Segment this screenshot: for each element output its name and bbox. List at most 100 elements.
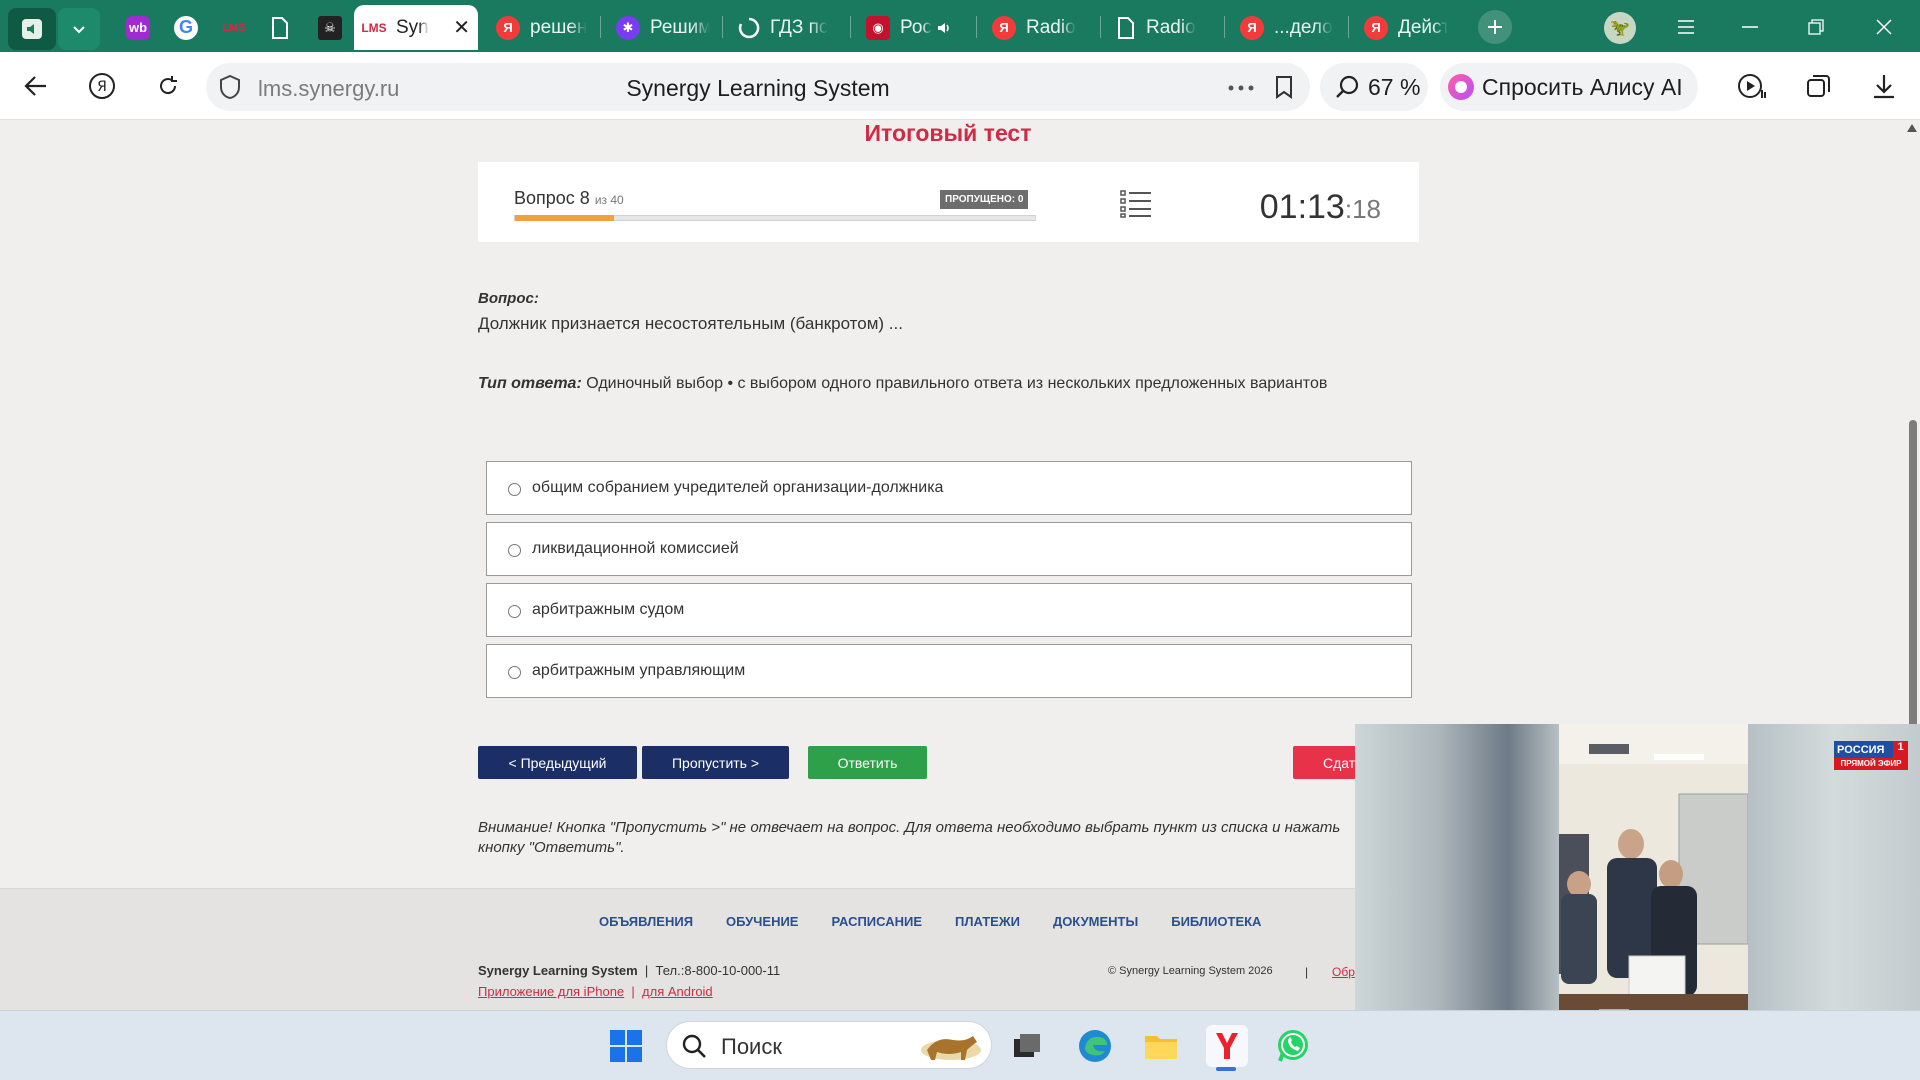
tab-google[interactable]: G bbox=[166, 5, 206, 50]
restore-button[interactable] bbox=[1796, 10, 1836, 44]
footer-link-payments[interactable]: ПЛАТЕЖИ bbox=[955, 914, 1020, 929]
skip-button[interactable]: Пропустить > bbox=[642, 746, 789, 779]
lms-icon: LMS bbox=[361, 20, 387, 35]
new-tab-button[interactable] bbox=[1478, 10, 1512, 44]
audio-tab-button[interactable] bbox=[8, 8, 56, 50]
collections-icon bbox=[1807, 75, 1830, 97]
footer-divider: | bbox=[641, 963, 652, 978]
reload-button[interactable] bbox=[150, 68, 186, 104]
answer-option-label: ликвидационной комиссией bbox=[532, 540, 739, 557]
close-icon[interactable]: ✕ bbox=[453, 15, 470, 40]
scrollbar-thumb[interactable] bbox=[1909, 420, 1917, 750]
answer-option[interactable]: арбитражным управляющим bbox=[486, 644, 1412, 698]
yandex-icon: Я bbox=[496, 15, 520, 40]
yandex-icon: Я bbox=[1240, 15, 1264, 40]
browser-tab-strip: wb G LMS ☠ LMS Syn ✕ Я решен ✱ Решим ГДЗ… bbox=[0, 0, 1920, 52]
lips-icon: ◉ bbox=[866, 15, 890, 40]
tab-radio-doc[interactable]: Radio bbox=[1108, 5, 1220, 50]
taskbar-edge[interactable] bbox=[1074, 1025, 1116, 1067]
url-field[interactable]: lms.synergy.ru Synergy Learning System bbox=[206, 63, 1310, 111]
tab-title: Syn bbox=[396, 16, 429, 38]
radio-button[interactable] bbox=[508, 483, 521, 496]
answer-option[interactable]: ликвидационной комиссией bbox=[486, 522, 1412, 576]
footer-link-schedule[interactable]: РАСПИСАНИЕ bbox=[831, 914, 922, 929]
footer-link-library[interactable]: БИБЛИОТЕКА bbox=[1171, 914, 1261, 929]
footer-nav: ОБЪЯВЛЕНИЯ ОБУЧЕНИЕ РАСПИСАНИЕ ПЛАТЕЖИ Д… bbox=[599, 914, 1261, 929]
tab-yandex-radio[interactable]: Я Radio bbox=[984, 5, 1096, 50]
tab-pirate[interactable]: ☠ bbox=[310, 5, 350, 50]
tab-title: ГДЗ пс bbox=[770, 16, 829, 38]
tab-title: Рос bbox=[900, 16, 932, 38]
radio-button[interactable] bbox=[508, 544, 521, 557]
answer-button[interactable]: Ответить bbox=[808, 746, 927, 779]
footer-link-documents[interactable]: ДОКУМЕНТЫ bbox=[1053, 914, 1138, 929]
progress-fill bbox=[515, 215, 614, 221]
bookmark-icon[interactable] bbox=[1274, 75, 1294, 99]
dinosaur-icon: 🦖 bbox=[1610, 20, 1630, 37]
more-icon[interactable] bbox=[1228, 85, 1254, 91]
yandex-logo-icon: Я bbox=[89, 73, 115, 99]
question-list-button[interactable] bbox=[1120, 190, 1152, 223]
footer-feedback-link[interactable]: Обр bbox=[1332, 965, 1355, 979]
tab-yandex-delo[interactable]: Я ...дело bbox=[1232, 5, 1344, 50]
search-icon bbox=[682, 1034, 706, 1058]
yandex-icon: Я bbox=[1364, 15, 1388, 40]
speaker-icon bbox=[22, 19, 42, 39]
question-counter: Вопрос 8 из 40 bbox=[514, 188, 624, 209]
alice-icon bbox=[1448, 74, 1474, 100]
tab-separator bbox=[600, 16, 601, 38]
scroll-up-icon[interactable] bbox=[1907, 124, 1917, 132]
audio-playing-icon[interactable] bbox=[936, 20, 952, 36]
tab-yandex-reshen[interactable]: Я решен bbox=[488, 5, 598, 50]
start-button[interactable] bbox=[605, 1025, 647, 1067]
taskbar-whatsapp[interactable] bbox=[1272, 1025, 1314, 1067]
active-app-indicator bbox=[1216, 1067, 1236, 1071]
question-number: Вопрос 8 bbox=[514, 188, 590, 208]
tab-document[interactable] bbox=[262, 5, 302, 50]
tab-yandex-deist[interactable]: Я Дейст bbox=[1356, 5, 1456, 50]
tab-russia-tv[interactable]: ◉ Рос bbox=[858, 5, 970, 50]
back-button[interactable] bbox=[18, 68, 54, 104]
taskbar-search[interactable]: Поиск bbox=[666, 1021, 992, 1069]
profile-avatar[interactable]: 🦖 bbox=[1604, 12, 1636, 44]
radio-button[interactable] bbox=[508, 666, 521, 679]
close-window-button[interactable] bbox=[1864, 10, 1904, 44]
minimize-button[interactable] bbox=[1730, 10, 1770, 44]
tab-gdz[interactable]: ГДЗ пс bbox=[730, 5, 840, 50]
iphone-app-link[interactable]: Приложение для iPhone bbox=[478, 984, 624, 999]
zoom-search-icon bbox=[1336, 75, 1359, 98]
android-app-link[interactable]: для Android bbox=[642, 984, 713, 999]
search-highlight-horse-icon bbox=[921, 1036, 981, 1060]
radio-button[interactable] bbox=[508, 605, 521, 618]
timer: 01:13:18 bbox=[1260, 188, 1381, 227]
yandex-home-button[interactable]: Я bbox=[84, 68, 120, 104]
ask-alice-button[interactable]: Спросить Алису AI bbox=[1440, 63, 1698, 111]
tab-reshim[interactable]: ✱ Решим bbox=[608, 5, 718, 50]
task-view-button[interactable] bbox=[1006, 1025, 1048, 1067]
taskbar-yandex-browser[interactable] bbox=[1206, 1025, 1248, 1067]
downloads-button[interactable] bbox=[1866, 68, 1902, 104]
tab-synergy-active[interactable]: LMS Syn ✕ bbox=[354, 5, 478, 50]
channel-name: РОССИЯ bbox=[1837, 743, 1885, 756]
footer-link-announcements[interactable]: ОБЪЯВЛЕНИЯ bbox=[599, 914, 693, 929]
media-button[interactable] bbox=[1734, 68, 1770, 104]
answer-option[interactable]: арбитражным судом bbox=[486, 583, 1412, 637]
task-view-icon bbox=[1014, 1034, 1040, 1057]
browser-menu-button[interactable] bbox=[1666, 10, 1706, 44]
footer-app-links: Приложение для iPhone | для Android bbox=[478, 984, 713, 999]
ask-alice-label: Спросить Алису AI bbox=[1482, 73, 1683, 100]
taskbar-file-explorer[interactable] bbox=[1140, 1025, 1182, 1067]
close-icon bbox=[1876, 19, 1892, 35]
tab-wildberries[interactable]: wb bbox=[118, 5, 158, 50]
answer-option[interactable]: общим собранием учредителей организации-… bbox=[486, 461, 1412, 515]
footer-phone: Тел.:8-800-10-000-11 bbox=[655, 963, 781, 978]
reload-icon bbox=[160, 76, 177, 95]
footer-link-learning[interactable]: ОБУЧЕНИЕ bbox=[726, 914, 798, 929]
zoom-indicator[interactable]: 67 % bbox=[1320, 63, 1428, 111]
play-circle-icon bbox=[1738, 74, 1766, 98]
previous-button[interactable]: < Предыдущий bbox=[478, 746, 637, 779]
tab-lms-2[interactable]: LMS bbox=[214, 5, 254, 50]
tab-menu-button[interactable] bbox=[58, 8, 100, 50]
collections-button[interactable] bbox=[1800, 68, 1836, 104]
windows-taskbar: Поиск bbox=[0, 1010, 1920, 1080]
